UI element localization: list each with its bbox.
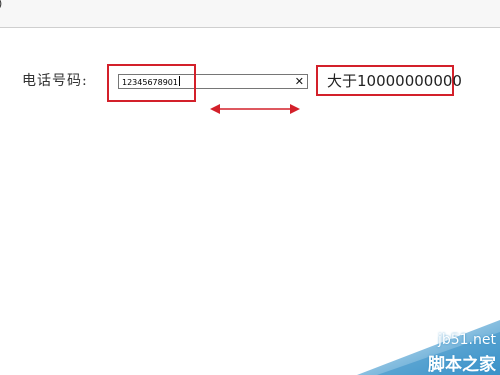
clear-icon[interactable]: ✕ <box>295 75 304 88</box>
watermark-url: jb51.net <box>437 332 496 348</box>
double-arrow-icon <box>210 104 300 114</box>
watermark-logo: jb51.net 脚本之家 <box>357 310 500 375</box>
watermark-name: 脚本之家 <box>428 355 496 375</box>
page: ) 电话号码: 12345678901 ✕ 大于10000000000 jb51… <box>0 0 500 375</box>
highlight-box-result: 大于10000000000 <box>316 65 462 96</box>
phone-label: 电话号码: <box>22 73 88 89</box>
topbar-glyph: ) <box>0 0 2 10</box>
highlight-box-input <box>107 64 196 102</box>
result-text: 大于10000000000 <box>327 72 462 90</box>
browser-top-bar: ) <box>0 0 500 28</box>
